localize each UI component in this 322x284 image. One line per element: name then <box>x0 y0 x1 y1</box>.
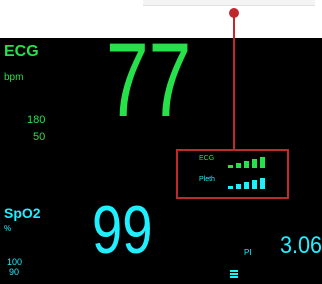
pleth-signal-bar <box>252 180 257 189</box>
pi-label: PI <box>244 248 252 257</box>
pleth-signal-label: Pleth <box>199 176 215 183</box>
hr-alarm-high: 180 <box>27 114 46 126</box>
signal-quality-panel: ECG Pleth <box>176 149 289 199</box>
callout-pointer-line <box>233 12 235 149</box>
hr-alarm-low: 50 <box>33 131 46 143</box>
ecg-signal-bar <box>252 159 257 168</box>
pleth-signal-bar <box>244 182 249 189</box>
pleth-signal-bar <box>260 178 265 189</box>
menu-icon[interactable] <box>230 270 238 278</box>
ecg-title: ECG <box>4 43 39 60</box>
pleth-signal-bars <box>228 175 288 189</box>
spo2-alarm-high: 100 <box>7 257 23 267</box>
spo2-unit: % <box>4 224 12 233</box>
ecg-signal-label: ECG <box>199 155 215 162</box>
ecg-signal-bars <box>228 154 288 168</box>
spo2-value: 99 <box>92 192 153 268</box>
heart-rate-value: 77 <box>106 22 192 139</box>
callout-box <box>143 0 315 6</box>
ecg-signal-bar <box>244 161 249 168</box>
ecg-signal-bar <box>260 157 265 168</box>
ecg-unit: bpm <box>4 72 24 83</box>
spo2-alarm-low: 90 <box>9 267 20 277</box>
pleth-signal-bar <box>236 184 241 189</box>
ecg-signal-bar <box>236 163 241 168</box>
pi-value: 3.06 <box>280 232 322 259</box>
ecg-signal-bar <box>228 165 233 168</box>
pleth-signal-bar <box>228 186 233 189</box>
spo2-title: SpO2 <box>4 205 41 221</box>
